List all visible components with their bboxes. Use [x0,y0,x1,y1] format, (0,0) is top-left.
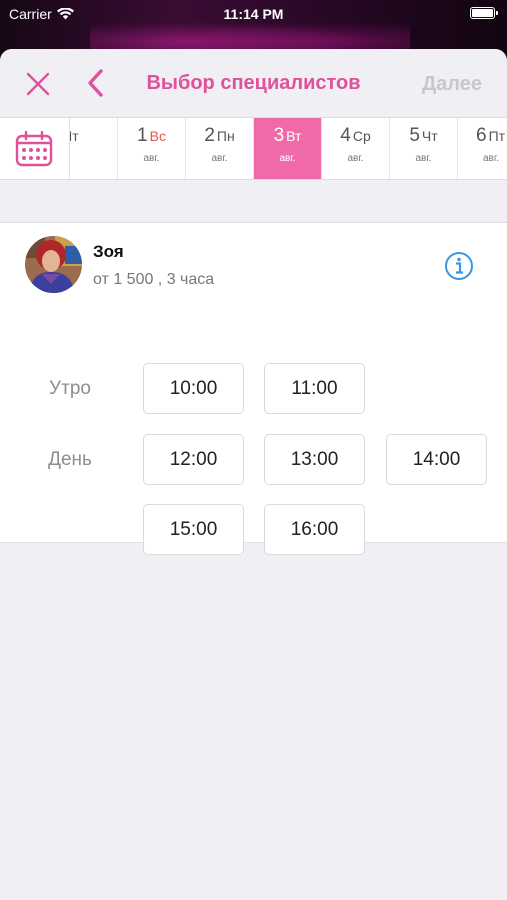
calendar-icon [15,131,53,167]
time-slot[interactable]: 15:00 [143,504,244,555]
nav-bar: Выбор специалистов Далее [0,49,507,117]
avatar [25,236,82,293]
time-slot[interactable]: 16:00 [264,504,365,555]
specialist-card: Зоя от 1 500 , 3 часа Утро 10:00 11:00 Д… [0,222,507,555]
date-cell[interactable]: 1 Вс авг. [118,118,186,179]
status-time: 11:14 PM [223,6,284,22]
booking-sheet: Выбор специалистов Далее 30Пт июля 1Вс а… [0,49,507,900]
date-cell-selected[interactable]: 3 Вт авг. [254,118,322,179]
time-slot[interactable]: 10:00 [143,363,244,414]
period-label-day: День [48,449,92,470]
time-slot[interactable]: 13:00 [264,434,365,485]
date-strip[interactable]: 30Пт июля 1Вс авг. 2Пн авг. 3Вт авг. 4Ср… [0,117,507,180]
next-button[interactable]: Далее [422,73,482,96]
date-cell[interactable]: 5 Чт авг. [390,118,458,179]
specialist-name: Зоя [93,242,124,261]
date-cell[interactable]: 6 Пт авг. [458,118,507,179]
time-slot[interactable]: 11:00 [264,363,365,414]
time-slot[interactable]: 14:00 [386,434,487,485]
status-bar: Carrier 11:14 PM [0,0,507,30]
date-cell[interactable]: 2 Пн авг. [186,118,254,179]
info-icon[interactable] [444,251,474,281]
period-label-morning: Утро [49,378,91,399]
battery-icon [470,7,498,19]
time-slot[interactable]: 12:00 [143,434,244,485]
calendar-button[interactable] [0,118,70,179]
date-cell[interactable]: 4 Ср авг. [322,118,390,179]
specialist-price-duration: от 1 500 , 3 часа [93,271,215,288]
